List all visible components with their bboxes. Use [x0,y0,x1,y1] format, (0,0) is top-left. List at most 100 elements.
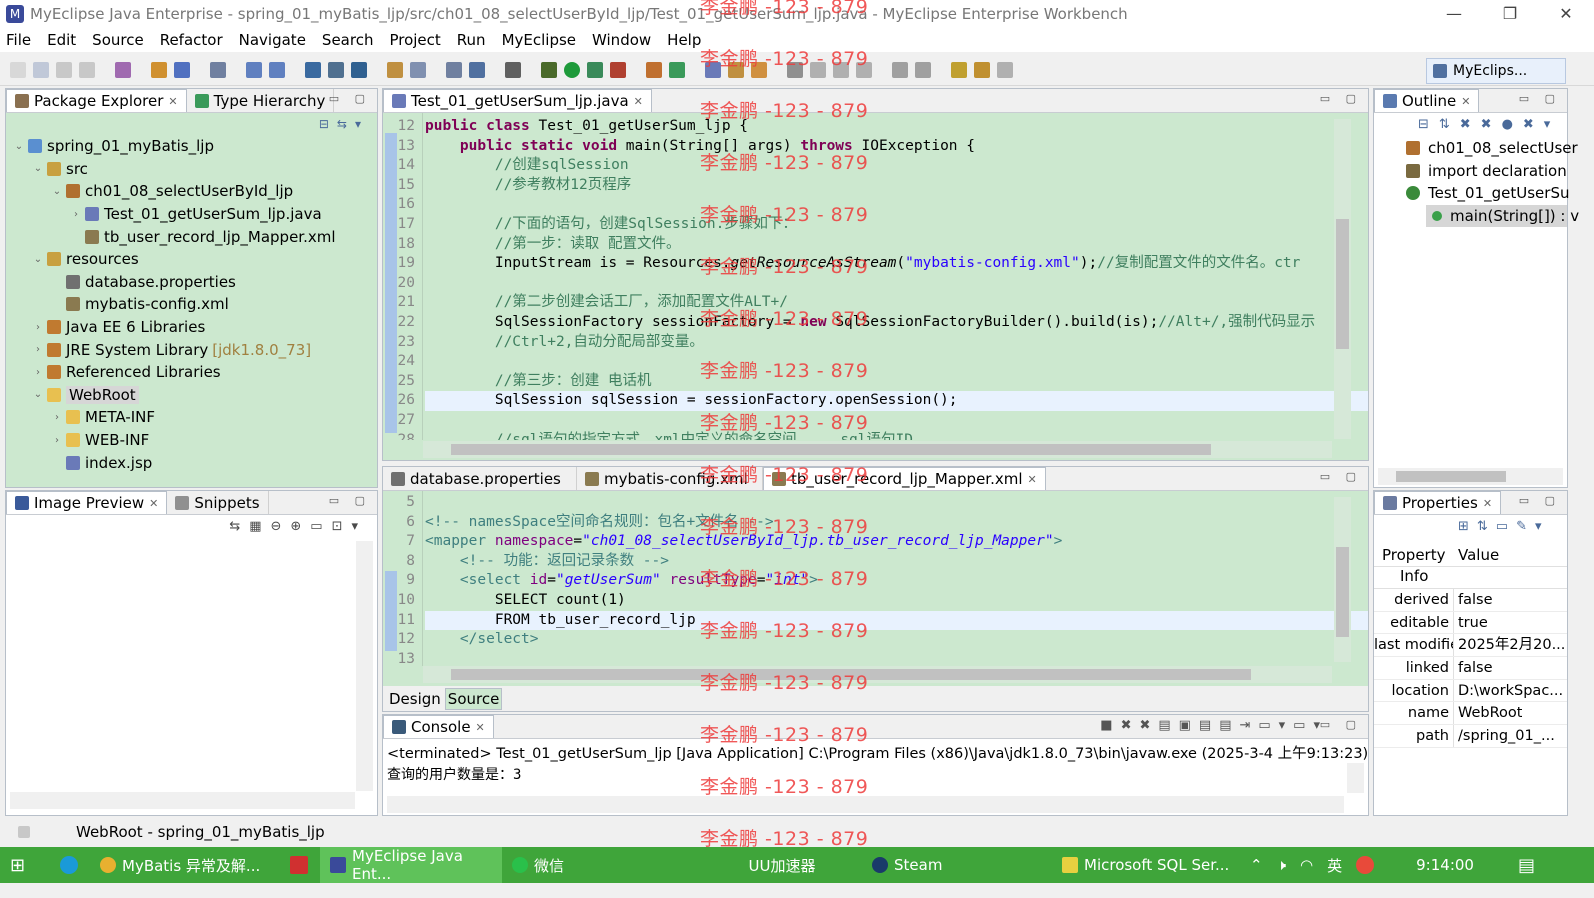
scroll-thumb[interactable] [1336,547,1349,637]
forward-icon[interactable] [997,61,1013,78]
prev-annotation-icon[interactable] [915,61,931,78]
tab-source[interactable]: Source [444,688,503,710]
code-line[interactable]: FROM tb_user_record_ljp [425,611,696,631]
tab-mybatis-config[interactable]: mybatis-config.xml [577,467,763,490]
zoom-tool-icons[interactable]: ⇆▦⊖⊕▭⊡▾ [229,519,367,534]
chevron-down-icon[interactable]: ⌄ [48,186,66,197]
chevron-right-icon[interactable]: › [29,344,47,355]
web-icon[interactable] [469,61,485,78]
outline-item-main-method[interactable]: main(String[]) : v [1426,204,1579,228]
scroll-thumb[interactable] [451,669,1251,680]
chevron-right-icon[interactable]: › [29,367,47,378]
last-edit-icon[interactable] [951,61,967,78]
property-row[interactable]: location D:\workSpac... [1374,679,1567,703]
server-icon[interactable] [174,61,190,78]
menu-refactor[interactable]: Refactor [160,31,223,49]
xml-code-area[interactable]: 5 6 <!-- namesSpace空间命名规则：包名+文件名 --> 7 <mapp… [383,491,1368,666]
code-line[interactable]: public static void main(String[] args) t… [425,137,975,157]
tree-item[interactable]: › JRE System Library [jdk1.8.0_73] [6,338,377,361]
outline-toolbar-icons[interactable]: ⊟⇅✖✖●✖▾ [1418,117,1560,132]
java-vscroll[interactable] [1334,119,1351,439]
console-vscroll[interactable] [1347,763,1364,793]
menu-source[interactable]: Source [92,31,144,49]
code-line[interactable]: SqlSession sqlSession = sessionFactory.o… [425,391,958,411]
property-row[interactable]: linked false [1374,657,1567,680]
tree-item[interactable]: tb_user_record_ljp_Mapper.xml [6,225,377,248]
open-type-icon[interactable] [246,61,262,78]
property-row[interactable]: editable true [1374,611,1567,635]
menu-myeclipse[interactable]: MyEclipse [502,31,576,49]
tree-item[interactable]: › WEB-INF [6,429,377,452]
sql-icon[interactable] [328,61,344,78]
wifi-icon[interactable]: ◠ [1300,856,1313,874]
properties-toolbar-icons[interactable]: ⊞⇅▭✎▾ [1458,519,1550,534]
code-line[interactable]: public class Test_01_getUserSum_ljp { [425,117,748,137]
chevron-right-icon[interactable]: › [67,209,85,220]
close-button[interactable]: ✕ [1538,0,1594,28]
notification-icon[interactable]: ▤ [1508,847,1545,883]
coverage-icon[interactable] [587,61,603,78]
console-toolbar-icons[interactable]: ■✖✖▤▣▤▤⇥▭▾▭▾ [1100,718,1328,733]
menu-navigate[interactable]: Navigate [239,31,306,49]
taskbar-item-myeclipse[interactable]: MyEclipse Java Ent... [320,847,502,883]
code-line[interactable]: <select id="getUserSum" resultType="int"… [425,571,818,591]
menu-help[interactable]: Help [667,31,701,49]
close-icon[interactable]: ✕ [1461,95,1470,108]
browser-icon[interactable] [210,61,226,78]
outline-item-class[interactable]: Test_01_getUserSu [1374,182,1569,205]
sogou-icon[interactable] [1356,856,1375,874]
code-line[interactable]: <!-- namesSpace空间命名规则：包名+文件名 --> [425,513,774,533]
tab-outline[interactable]: Outline ✕ [1374,89,1480,112]
code-line[interactable]: <mapper namespace="ch01_08_selectUserByI… [425,532,1062,552]
xml-code-text[interactable]: 5 6 <!-- namesSpace空间命名规则：包名+文件名 --> 7 <mapp… [383,493,1368,666]
annotation-icon[interactable] [787,61,803,78]
console-hscroll[interactable] [387,796,1344,813]
camera-icon[interactable] [505,61,521,78]
chevron-down-icon[interactable]: ⌄ [29,389,47,400]
code-line[interactable]: InputStream is = Resources.getResourceAs… [425,254,1301,274]
taskbar-item-chrome[interactable]: MyBatis 异常及解... [90,847,280,883]
xml-hscroll[interactable] [423,666,1332,683]
xml-vscroll[interactable] [1334,497,1351,662]
code-line[interactable]: SqlSessionFactory sessionFactory = new S… [425,313,1315,333]
block-select-icon[interactable] [833,61,849,78]
new-icon[interactable] [10,61,26,78]
code-line[interactable]: //第一步：读取 配置文件。 [425,235,681,255]
tab-java-file[interactable]: Test_01_getUserSum_ljp.java ✕ [383,89,652,112]
run-icon[interactable] [564,61,580,78]
open-folder-icon[interactable] [387,61,403,78]
deploy-icon[interactable] [151,61,167,78]
collapse-link-icons[interactable]: ⊟⇆▾ [319,117,369,131]
tab-design[interactable]: Design [387,689,443,709]
image-preview-vscroll[interactable] [356,541,373,791]
java-code-area[interactable]: 12 public class Test_01_getUserSum_ljp {1… [383,113,1368,440]
code-line[interactable]: //sql语句的指定方式，xml中定义的命名空间.....sql语句ID [425,431,913,440]
chevron-down-icon[interactable]: ⌄ [29,254,47,265]
menu-project[interactable]: Project [389,31,440,49]
property-row[interactable]: path/spring_01_... [1374,725,1567,748]
taskbar-item-wechat[interactable]: 微信 [502,847,702,883]
outline-item-package[interactable]: ch01_08_selectUser [1374,137,1578,160]
outline-hscroll[interactable] [1378,468,1563,485]
windows-start-icon[interactable]: ⊞ [0,847,50,883]
tab-snippets[interactable]: Snippets [167,491,269,514]
tree-item[interactable]: ⌄ resources [6,248,377,271]
code-line[interactable]: //第二步创建会话工厂，添加配置文件ALT+/ [425,293,788,313]
view-minmax-icons[interactable]: ▭ ▢ [1519,92,1561,105]
tree-item[interactable]: › Java EE 6 Libraries [6,316,377,339]
print-icon[interactable] [79,61,95,78]
close-icon[interactable]: ✕ [634,95,643,108]
view-minmax-icons[interactable]: ▭ ▢ [1320,718,1362,731]
tab-console[interactable]: Console ✕ [383,715,494,738]
close-icon[interactable]: ✕ [476,721,485,734]
save-icon[interactable] [33,61,49,78]
maximize-button[interactable]: ❐ [1482,0,1538,28]
code-line[interactable]: </select> [425,630,539,650]
database-icon[interactable] [305,61,321,78]
volume-icon[interactable]: 🕨 [1277,856,1286,874]
tab-mapper-xml[interactable]: tb_user_record_ljp_Mapper.xml ✕ [763,467,1046,490]
open-task-icon[interactable] [728,61,744,78]
external-tools-icon[interactable] [610,61,626,78]
image-preview-hscroll[interactable] [10,792,355,809]
view-minmax-icons[interactable]: ▭ ▢ [1320,470,1362,483]
